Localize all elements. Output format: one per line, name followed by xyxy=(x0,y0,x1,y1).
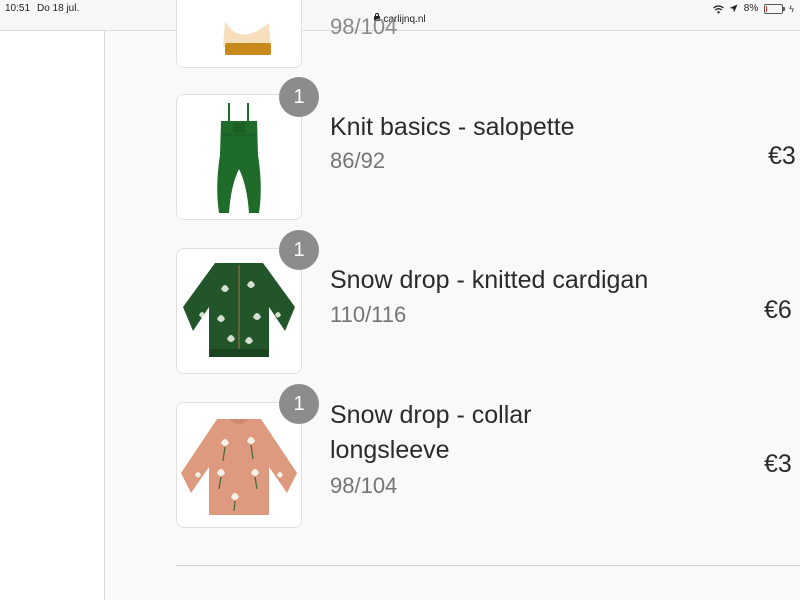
item-title-line-2[interactable]: longsleeve xyxy=(330,432,450,468)
partial-item-size: 98/104 xyxy=(330,14,398,39)
status-time: 10:51 xyxy=(5,3,31,14)
quantity-badge: 1 xyxy=(279,230,319,270)
status-bar: 10:51 Do 18 jul. carlijnq.nl 8% ϟ xyxy=(0,0,800,30)
status-indicators: 8% ϟ xyxy=(712,3,794,14)
item-title[interactable]: Snow drop - knitted cardigan xyxy=(330,262,648,298)
battery-fill xyxy=(766,5,768,12)
pink-longsleeve-image xyxy=(177,403,301,527)
item-price: €3 xyxy=(764,450,792,478)
item-title-line-1[interactable]: Snow drop - collar xyxy=(330,397,531,433)
wifi-icon xyxy=(712,4,724,13)
charging-icon: ϟ xyxy=(789,3,794,14)
battery-icon xyxy=(764,3,786,14)
cart-divider xyxy=(176,565,800,566)
mustard-garment-image xyxy=(177,0,301,67)
status-date: Do 18 jul. xyxy=(37,3,80,14)
quantity-badge: 1 xyxy=(279,384,319,424)
green-cardigan-image xyxy=(177,249,301,373)
item-price: €3 xyxy=(768,142,796,170)
quantity-badge: 1 xyxy=(279,77,319,117)
sidebar xyxy=(0,31,105,600)
item-title[interactable]: Knit basics - salopette xyxy=(330,109,575,145)
item-size: 110/116 xyxy=(330,302,407,327)
green-overalls-image xyxy=(177,95,301,219)
item-size: 98/104 xyxy=(330,473,398,498)
location-arrow-icon xyxy=(729,4,738,13)
cart-item-image[interactable] xyxy=(176,402,302,528)
item-size: 86/92 xyxy=(330,148,386,173)
address-bar[interactable]: carlijnq.nl xyxy=(0,13,800,25)
battery-percentage: 8% xyxy=(743,3,759,14)
cart-item-image[interactable] xyxy=(176,94,302,220)
cart-item-image-partial[interactable] xyxy=(176,0,302,68)
item-price: €6 xyxy=(764,296,792,324)
cart-item-image[interactable] xyxy=(176,248,302,374)
